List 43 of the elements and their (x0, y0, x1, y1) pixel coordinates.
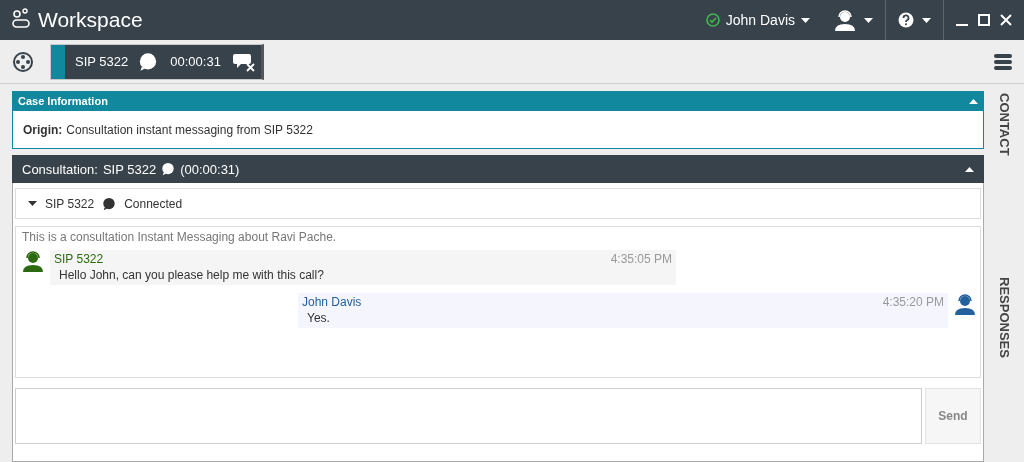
chat-bubble-icon (138, 51, 159, 72)
caret-icon (864, 17, 873, 23)
message-text: Hello John, can you please help me with this call? (58, 268, 325, 282)
window-title: Workspace (38, 8, 143, 32)
agent-menu-button[interactable] (834, 9, 873, 31)
case-information-header[interactable]: Case Information (12, 91, 984, 111)
message-text: Yes. (306, 311, 331, 325)
help-menu-button[interactable] (898, 12, 931, 28)
interaction-tab[interactable]: SIP 5322 00:00:31 (50, 43, 264, 80)
section-title: Consultation: (22, 161, 98, 177)
message-input[interactable] (15, 388, 922, 444)
party-name: SIP 5322 (102, 161, 157, 177)
timer: (00:00:31) (180, 161, 240, 177)
collapse-caret-icon (965, 166, 974, 172)
headset-person-icon (834, 9, 856, 31)
chat-bubble-icon (102, 196, 117, 211)
collapse-caret-icon (969, 98, 978, 104)
field-label: Origin: (23, 122, 63, 137)
field-value: Consultation instant messaging from SIP 5322 (66, 122, 313, 137)
consultation-header[interactable]: Consultation: SIP 5322 (00:00:31) (12, 155, 984, 183)
side-tab[interactable]: RESPONSES (995, 274, 1013, 360)
caret-icon (801, 17, 810, 23)
user-menu-button[interactable]: John Davis (705, 12, 810, 28)
caret-icon (922, 17, 931, 23)
intro-text: This is a consultation Instant Messaging about Ravi Pache. (22, 230, 338, 244)
headset-person-icon (954, 293, 976, 315)
maximize-icon[interactable] (978, 14, 990, 26)
side-tab[interactable]: CONTACT (995, 91, 1013, 158)
participant-name: SIP 5322 (45, 196, 95, 211)
caret-icon (28, 201, 37, 206)
participant-state: Connected (124, 196, 183, 211)
headset-person-icon (22, 250, 44, 272)
chat-bubble-icon (161, 162, 176, 176)
help-icon (898, 12, 914, 28)
section-title: Case Information (18, 95, 108, 107)
message-time: 4:35:05 PM (610, 252, 672, 266)
menu-icon[interactable] (994, 53, 1012, 70)
dialpad-icon[interactable] (12, 50, 34, 73)
close-icon[interactable] (1000, 14, 1012, 26)
message-time: 4:35:20 PM (882, 295, 944, 309)
message-sender: SIP 5322 (54, 252, 104, 266)
participant-row[interactable]: SIP 5322 Connected (15, 188, 981, 219)
message-sender: John Davis (302, 295, 362, 309)
